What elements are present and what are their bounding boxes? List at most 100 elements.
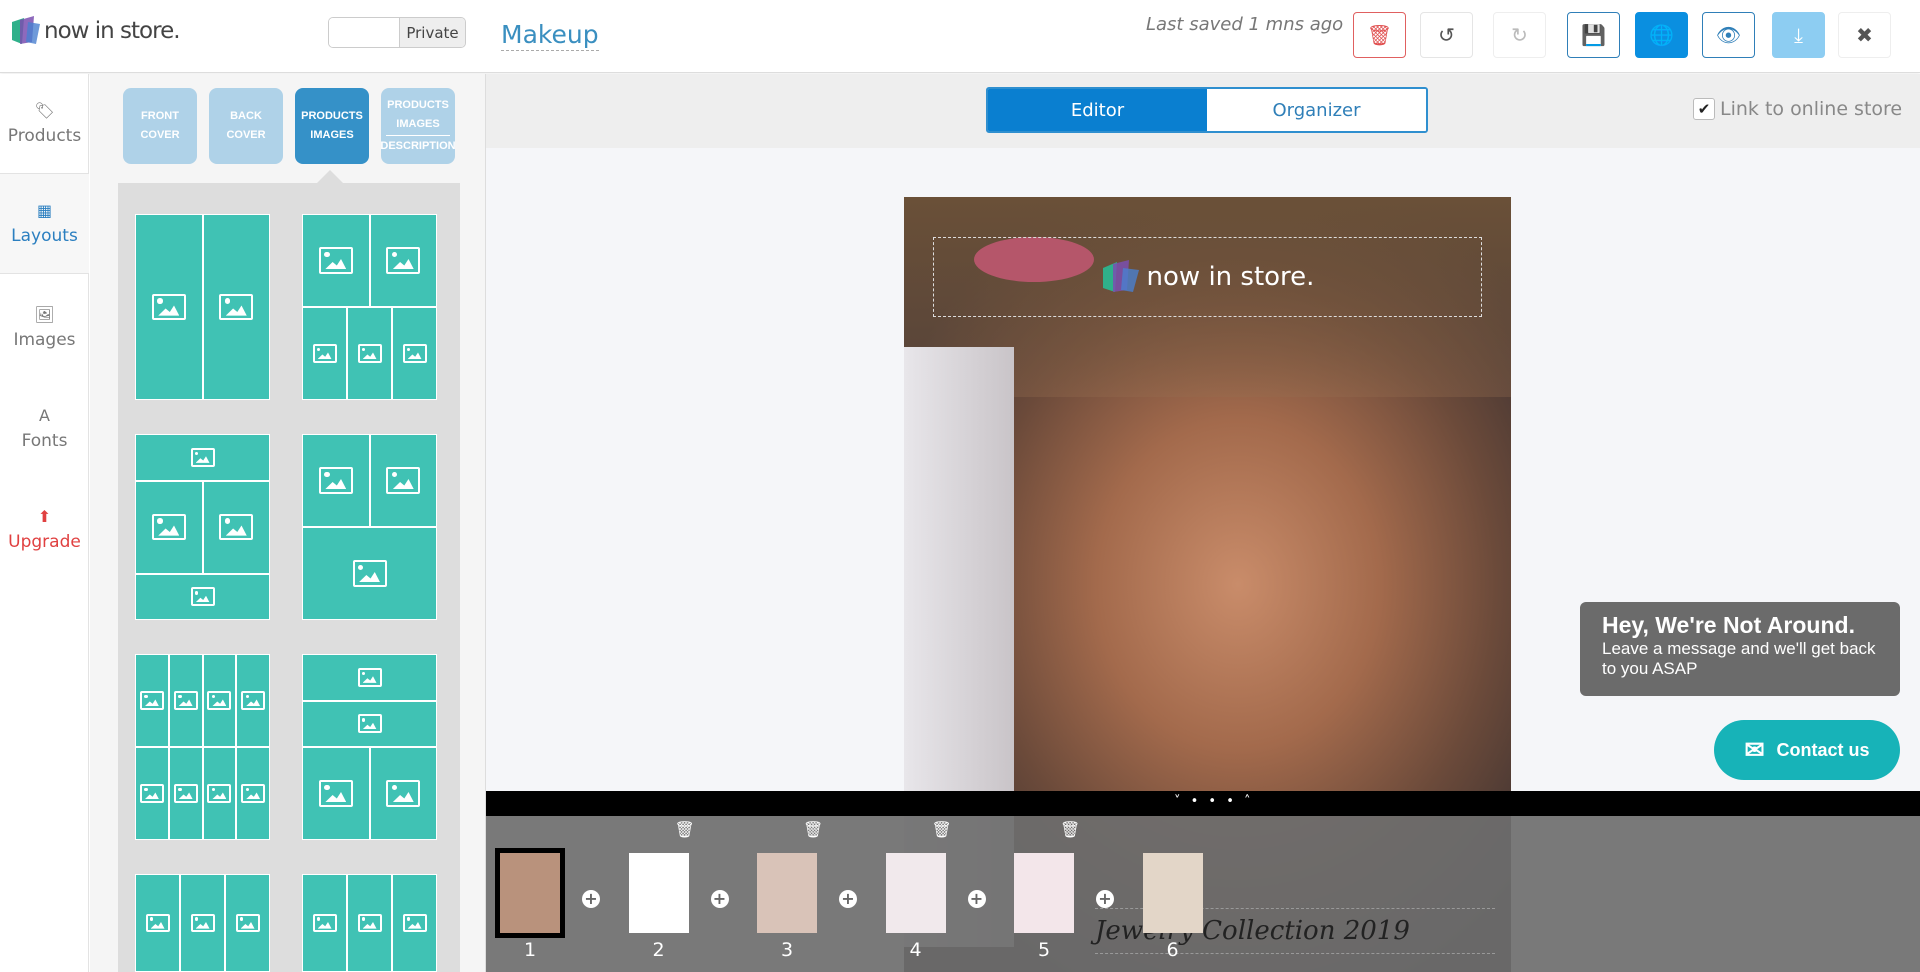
layout-cell (202, 747, 237, 840)
panel-tab-3[interactable]: PRODUCTS IMAGES (295, 88, 369, 164)
layout-cell (135, 654, 169, 747)
image-placeholder-icon (318, 780, 353, 807)
add-page-icon[interactable]: + (839, 890, 857, 908)
layout-option-6[interactable] (302, 654, 437, 840)
active-tab-pointer (316, 170, 344, 184)
layout-grid (118, 183, 460, 972)
page-thumbnail-3[interactable] (757, 853, 817, 933)
page-number: 2 (652, 939, 665, 961)
sidebar-item-label: Fonts (21, 430, 68, 451)
publish-button[interactable]: 🌐 (1635, 12, 1688, 58)
sidebar-item-label: Images (13, 329, 76, 350)
link-online-store[interactable]: ✔ Link to online store (1693, 98, 1902, 120)
image-placeholder-icon (241, 784, 266, 803)
layout-cell (135, 214, 203, 400)
image-placeholder-icon (190, 447, 215, 467)
image-placeholder-icon (357, 913, 382, 933)
page-thumbnail-4[interactable] (885, 853, 946, 933)
grid-icon: ▦ (36, 201, 53, 220)
layout-option-7[interactable] (135, 874, 270, 972)
page-thumbnail-5[interactable] (1014, 853, 1074, 933)
layout-cell (236, 654, 270, 747)
layout-cell (369, 434, 437, 527)
delete-page-icon[interactable]: 🗑 (803, 820, 823, 839)
image-placeholder-icon (139, 784, 164, 803)
image-placeholder-icon (151, 513, 186, 541)
page-thumbnail-6[interactable] (1142, 853, 1203, 933)
tab-label-line: COVER (140, 129, 180, 141)
page-strip-toggle[interactable]: ˅ • • • ˄ (486, 791, 1920, 816)
image-placeholder-icon (402, 913, 427, 933)
save-button[interactable]: 💾 (1567, 12, 1620, 58)
eye-icon: 👁 (1715, 23, 1742, 47)
layout-cell (225, 874, 270, 972)
delete-page-icon[interactable]: 🗑 (932, 820, 952, 839)
layout-cell (135, 434, 270, 481)
image-placeholder-icon (207, 691, 232, 710)
image-placeholder-icon (139, 691, 164, 710)
add-page-icon[interactable]: + (582, 890, 600, 908)
add-page-icon[interactable]: + (967, 890, 986, 908)
tab-label-line: COVER (226, 129, 266, 141)
layout-cell (202, 480, 270, 574)
left-sidebar: 🏷 Products ▦ Layouts 🖼 Images A Fonts ⬆ Upgrade (0, 74, 89, 972)
layout-cell (302, 214, 370, 307)
panel-tab-1[interactable]: FRONT COVER (123, 88, 197, 164)
layout-option-8[interactable] (302, 874, 437, 972)
contact-us-button[interactable]: ✉ Contact us (1714, 720, 1900, 780)
page-type-tabs: FRONT COVER BACK COVER PRODUCTS IMAGES PRODUCT… (123, 88, 456, 164)
layout-cell (302, 874, 347, 972)
contact-label: Contact us (1776, 739, 1870, 760)
privacy-label: Private (399, 18, 465, 47)
download-button[interactable]: ⤓ (1772, 12, 1825, 58)
layout-option-4[interactable] (302, 434, 437, 620)
image-placeholder-icon (173, 784, 198, 803)
image-placeholder-icon (151, 293, 186, 321)
tab-label-line: PRODUCTS (301, 110, 363, 122)
layout-option-5[interactable] (135, 654, 270, 840)
layout-cell (135, 747, 169, 840)
app-logo[interactable]: now in store. (10, 16, 181, 46)
page-thumbnail-2[interactable] (628, 853, 689, 933)
undo-button[interactable]: ↺ (1420, 12, 1473, 58)
sidebar-item-label: Products (7, 126, 82, 146)
add-page-icon[interactable]: + (1096, 890, 1114, 908)
close-button[interactable]: ✖ (1838, 12, 1891, 58)
preview-button[interactable]: 👁 (1702, 12, 1755, 58)
download-icon: ⤓ (1794, 23, 1803, 47)
tab-organizer[interactable]: Organizer (1207, 89, 1426, 131)
image-placeholder-icon (357, 667, 382, 687)
layout-option-3[interactable] (135, 434, 270, 620)
sidebar-item-upgrade[interactable]: ⬆ Upgrade (0, 479, 89, 579)
chat-title: Hey, We're Not Around. (1602, 612, 1855, 638)
redo-button[interactable]: ↻ (1493, 12, 1546, 58)
sidebar-item-layouts[interactable]: ▦ Layouts (0, 174, 89, 274)
document-title[interactable]: Makeup (501, 20, 599, 51)
privacy-toggle[interactable]: Private (328, 17, 466, 48)
layout-cell (302, 307, 347, 400)
layout-option-2[interactable] (302, 214, 437, 400)
panel-tab-2[interactable]: BACK COVER (209, 88, 283, 164)
image-placeholder-icon (312, 913, 337, 933)
link-store-checkbox[interactable]: ✔ (1693, 98, 1715, 120)
image-placeholder-icon (235, 913, 260, 933)
page-thumbnail-1[interactable] (495, 848, 565, 938)
envelope-icon: ✉ (1744, 736, 1765, 764)
font-icon: A (39, 405, 50, 425)
redo-icon: ↻ (1511, 23, 1528, 47)
image-placeholder-icon (386, 247, 421, 274)
tab-editor[interactable]: Editor (988, 89, 1207, 131)
image-placeholder-icon (219, 293, 254, 321)
page-number: 6 (1166, 939, 1179, 961)
layout-option-1[interactable] (135, 214, 270, 400)
trash-icon: 🗑 (1366, 23, 1393, 47)
sidebar-item-products[interactable]: 🏷 Products (0, 74, 89, 174)
sidebar-item-images[interactable]: 🖼 Images (0, 277, 89, 377)
delete-page-icon[interactable]: 🗑 (1060, 820, 1080, 839)
delete-page-icon[interactable]: 🗑 (675, 820, 695, 839)
sidebar-item-fonts[interactable]: A Fonts (0, 378, 89, 478)
page-logo-box[interactable]: now in store. (933, 237, 1482, 317)
delete-button[interactable]: 🗑 (1353, 12, 1406, 58)
panel-tab-4[interactable]: PRODUCTS IMAGES DESCRIPTION (380, 88, 456, 164)
add-page-icon[interactable]: + (710, 890, 729, 908)
